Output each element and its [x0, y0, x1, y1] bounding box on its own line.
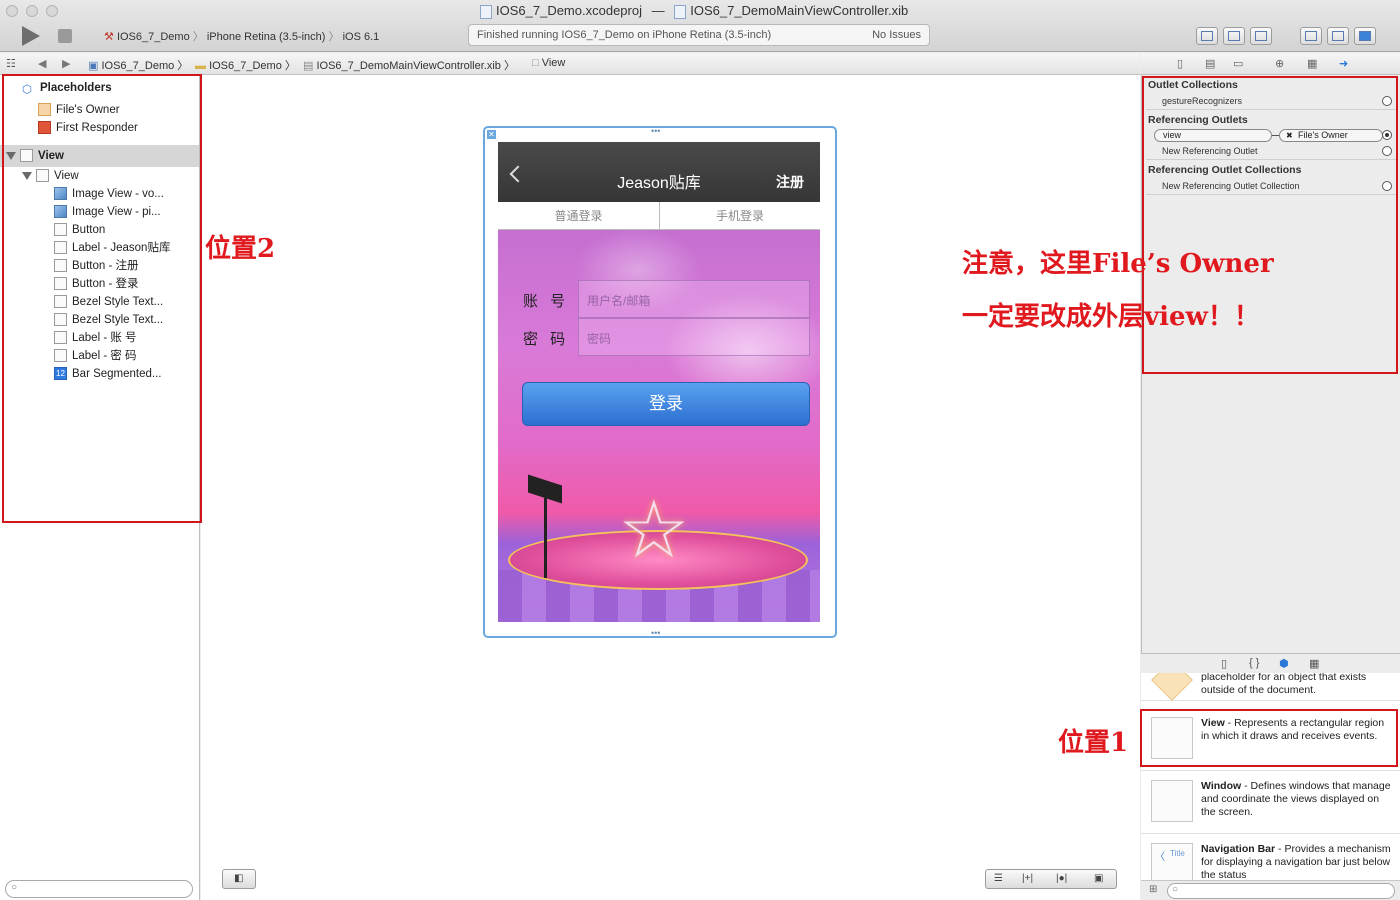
annotation-position-2: 位置2: [205, 234, 276, 264]
sdk-name: iOS 6.1: [342, 31, 380, 43]
iphone-screen: Jeason贴库 注册 普通登录 手机登录 ☆ 账 号 密 码 用户名/邮箱 密…: [498, 142, 820, 622]
star-decoration: ☆: [618, 485, 690, 574]
activity-viewer: Finished running IOS6_7_Demo on iPhone R…: [468, 24, 930, 46]
window-object-icon: [1151, 780, 1193, 822]
size-inspector-icon[interactable]: ▦: [1307, 57, 1317, 70]
nav-icon-title: Title: [1170, 849, 1185, 858]
password-field[interactable]: 密码: [578, 318, 810, 356]
library-item-partial[interactable]: placeholder for an object that exists ou…: [1141, 673, 1400, 701]
toggle-utilities-button[interactable]: [1354, 27, 1376, 45]
folder-icon: ▬: [195, 60, 206, 72]
window-titlebar: IOS6_7_Demo.xcodeproj — IOS6_7_DemoMainV…: [0, 0, 1400, 52]
grid-view-icon[interactable]: ⊞: [1149, 884, 1157, 895]
annotation-note-line1: 注意，这里File’s Owner: [962, 249, 1274, 279]
login-button[interactable]: 登录: [522, 382, 810, 426]
file-template-icon[interactable]: ▯: [1221, 657, 1227, 670]
annotation-box-library-view: [1140, 709, 1398, 767]
stop-button[interactable]: [58, 29, 72, 43]
file-inspector-icon[interactable]: ▯: [1177, 57, 1183, 70]
connections-inspector-icon[interactable]: ➜: [1339, 57, 1348, 70]
navigation-bar-object-icon: 〈 Title: [1151, 843, 1193, 880]
library-item-window[interactable]: Window - Defines windows that manage and…: [1141, 772, 1400, 834]
outline-toggle-icon: ◧: [234, 873, 244, 884]
toggle-navigator-button[interactable]: [1300, 27, 1322, 45]
identity-inspector-icon[interactable]: ▭: [1233, 57, 1243, 70]
library-search-bar: ⊞ ○: [1141, 880, 1400, 900]
media-library-icon[interactable]: ▦: [1309, 657, 1319, 670]
breadcrumb-group[interactable]: ▬ IOS6_7_Demo 〉: [195, 57, 296, 73]
project-file-icon: [480, 4, 492, 19]
resize-handle-bottom[interactable]: •••: [651, 628, 660, 638]
library-tabs: ▯ { } ⬢ ▦: [1141, 653, 1400, 673]
object-library-icon[interactable]: ⬢: [1279, 657, 1289, 670]
close-icon[interactable]: ✕: [487, 130, 496, 139]
login-mode-segmented-control: 普通登录 手机登录: [498, 202, 820, 230]
resolve-icon[interactable]: |●|: [1056, 873, 1067, 884]
breadcrumb-view[interactable]: □ View: [532, 57, 565, 69]
annotation-box-outline: [2, 74, 202, 523]
music-stand-pole: [544, 498, 547, 578]
scheme-selector[interactable]: ⚒ IOS6_7_Demo 〉 iPhone Retina (3.5-inch)…: [104, 28, 379, 44]
library-item-desc: placeholder for an object that exists ou…: [1201, 673, 1367, 696]
project-icon: ▣: [88, 60, 99, 72]
search-icon: ○: [11, 882, 18, 893]
back-arrow-icon[interactable]: ◀: [38, 57, 46, 70]
run-button[interactable]: [22, 26, 40, 46]
library-filter-field[interactable]: ○: [1167, 883, 1395, 899]
version-editor-button[interactable]: [1250, 27, 1272, 45]
minimize-window-button[interactable]: [26, 5, 38, 17]
project-file-name: IOS6_7_Demo.xcodeproj: [496, 3, 642, 18]
library-item-text: Navigation Bar - Provides a mechanism fo…: [1201, 843, 1391, 880]
library-item-text: Window - Defines windows that manage and…: [1201, 780, 1391, 818]
xib-icon: ▤: [303, 60, 314, 72]
library-item-navigation-bar[interactable]: 〈 Title Navigation Bar - Provides a mecha…: [1141, 835, 1400, 880]
zoom-window-button[interactable]: [46, 5, 58, 17]
segment-phone-login[interactable]: 手机登录: [659, 202, 820, 230]
navigation-bar: Jeason贴库 注册: [498, 142, 820, 202]
nav-title: Jeason贴库: [617, 175, 701, 192]
quick-help-icon[interactable]: ▤: [1205, 57, 1215, 70]
resize-handle-top[interactable]: •••: [651, 126, 660, 136]
assistant-editor-button[interactable]: [1223, 27, 1245, 45]
breadcrumb-xib[interactable]: ▤ IOS6_7_DemoMainViewController.xib 〉: [303, 57, 515, 73]
activity-status: Finished running IOS6_7_Demo on iPhone R…: [477, 29, 772, 41]
window-title: IOS6_7_Demo.xcodeproj — IOS6_7_DemoMainV…: [480, 3, 908, 19]
xcode-hammer-icon: ⚒: [104, 31, 114, 43]
segment-normal-login[interactable]: 普通登录: [498, 202, 659, 230]
annotation-note-line2: 一定要改成外层view！！: [962, 302, 1260, 332]
back-chevron-icon: 〈: [1155, 852, 1165, 863]
account-label: 账 号: [523, 293, 570, 310]
close-window-button[interactable]: [6, 5, 18, 17]
outline-filter-field[interactable]: ○: [5, 880, 193, 898]
related-items-icon[interactable]: ☷: [6, 57, 16, 70]
view-icon: □: [532, 57, 539, 69]
object-library: placeholder for an object that exists ou…: [1141, 673, 1400, 880]
xib-file-name: IOS6_7_DemoMainViewController.xib: [690, 3, 909, 18]
xib-file-icon: [674, 4, 687, 19]
toggle-debug-area-button[interactable]: [1327, 27, 1349, 45]
inspector-tabs: ▯ ▤ ▭ ⊕ ▦ ➜: [1141, 53, 1400, 75]
show-outline-button[interactable]: ◧: [222, 869, 256, 889]
password-label: 密 码: [523, 331, 570, 348]
standard-editor-button[interactable]: [1196, 27, 1218, 45]
register-button[interactable]: 注册: [776, 172, 804, 192]
external-object-icon: [1151, 673, 1193, 701]
stage-background-image: ☆ 账 号 密 码 用户名/邮箱 密码 登录: [498, 230, 820, 622]
destination-name: iPhone Retina (3.5-inch): [206, 31, 326, 43]
search-icon: ○: [1172, 884, 1179, 895]
attributes-inspector-icon[interactable]: ⊕: [1275, 57, 1284, 70]
layout-tools: ☰ |+| |●| ▣: [985, 869, 1117, 889]
code-snippet-icon[interactable]: { }: [1249, 657, 1259, 669]
account-field[interactable]: 用户名/邮箱: [578, 280, 810, 318]
annotation-position-1: 位置1: [1058, 728, 1129, 758]
pin-icon[interactable]: |+|: [1022, 873, 1033, 884]
resize-icon[interactable]: ▣: [1094, 873, 1103, 884]
forward-arrow-icon[interactable]: ▶: [62, 57, 70, 70]
jump-bar: ☷ ◀ ▶ ▣ IOS6_7_Demo 〉 ▬ IOS6_7_Demo 〉 ▤ …: [0, 53, 1140, 75]
scheme-name: IOS6_7_Demo: [116, 31, 190, 43]
title-separator: —: [651, 3, 665, 18]
issues-count[interactable]: No Issues: [872, 29, 921, 41]
breadcrumb-project[interactable]: ▣ IOS6_7_Demo 〉: [88, 57, 188, 73]
align-icon[interactable]: ☰: [994, 873, 1003, 884]
